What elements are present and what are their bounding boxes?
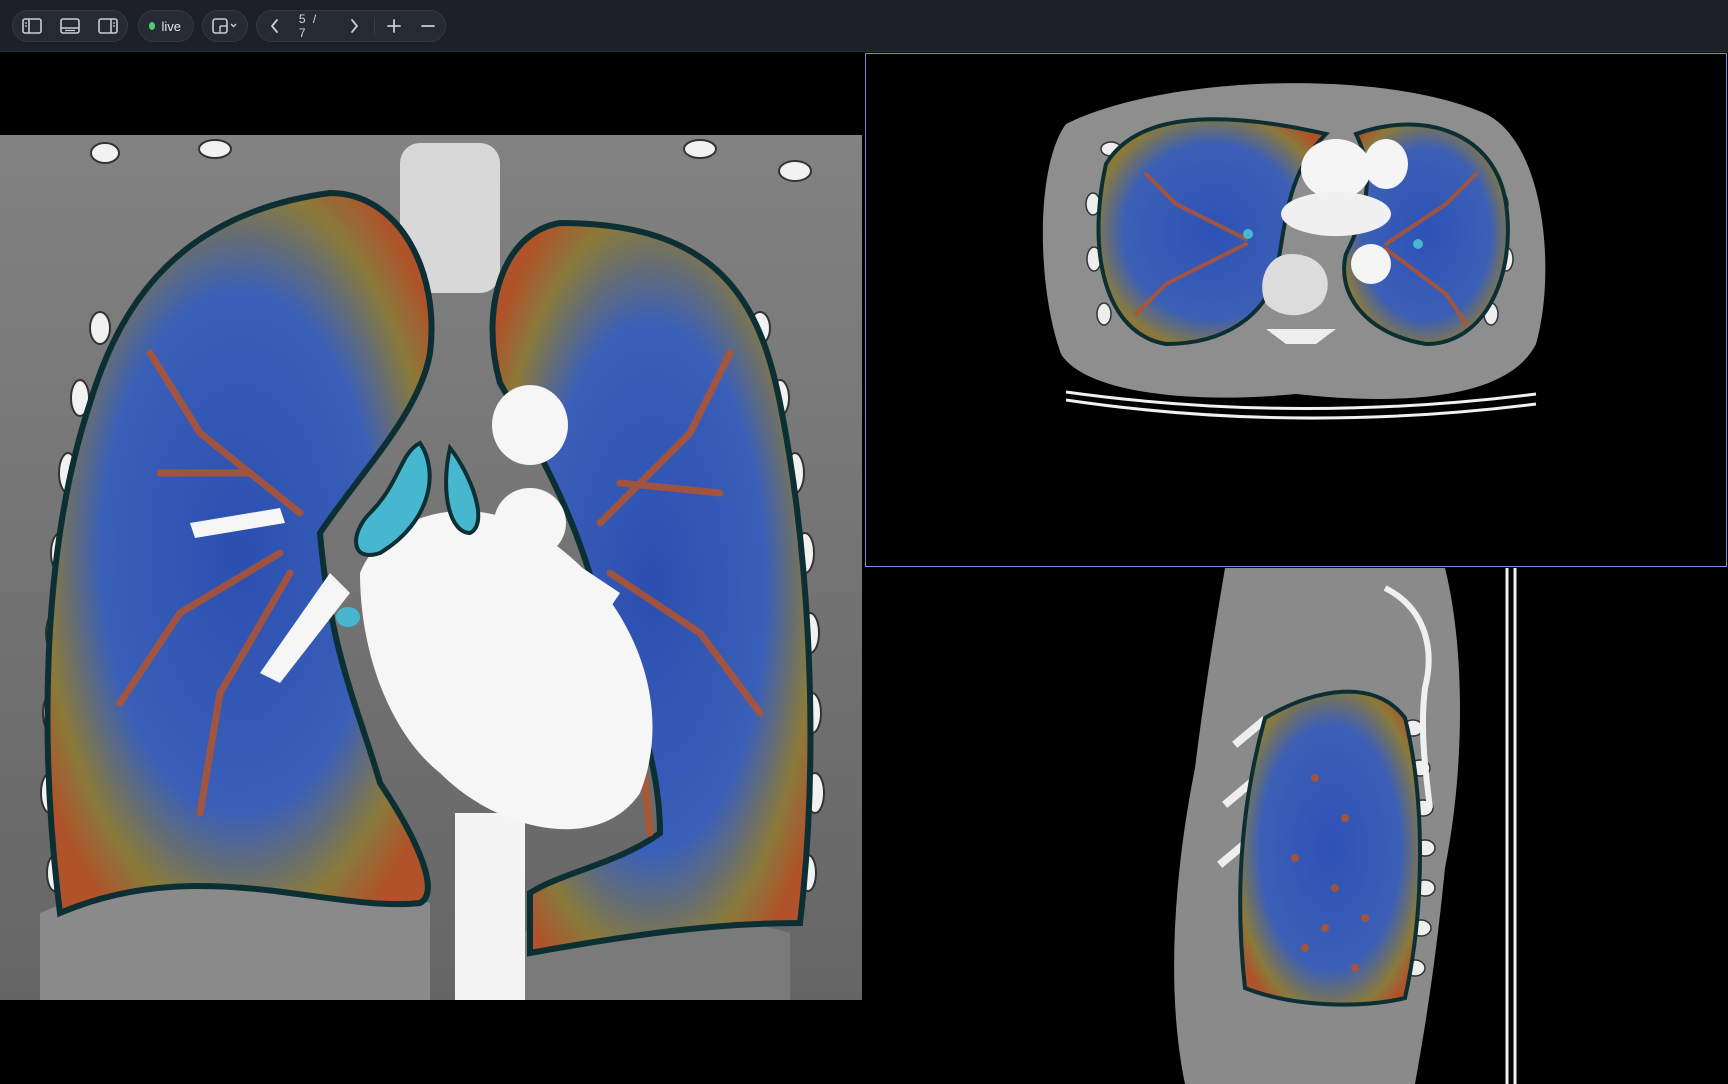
axial-viewport[interactable]: [865, 53, 1727, 567]
toggle-bottom-panel-button[interactable]: [51, 11, 89, 41]
previous-button[interactable]: [257, 11, 293, 41]
sagittal-viewport[interactable]: [865, 568, 1727, 1084]
sidebar-left-icon: [22, 18, 42, 34]
zoom-in-button[interactable]: [377, 11, 411, 41]
zoom-out-button[interactable]: [411, 11, 445, 41]
chevron-down-icon: [230, 23, 237, 28]
chevron-left-icon: [271, 19, 278, 33]
layout-toggle-group: [12, 10, 128, 42]
plus-icon: [387, 19, 401, 33]
live-indicator-dot: [149, 22, 156, 30]
toolbar: live 5 / 7: [0, 0, 1728, 52]
chevron-right-icon: [351, 19, 359, 33]
next-button[interactable]: [336, 11, 372, 41]
coronal-viewport[interactable]: [0, 53, 864, 1084]
navigation-group: 5 / 7: [256, 10, 446, 42]
layout-grid-icon: [212, 18, 237, 34]
live-label: live: [161, 18, 181, 34]
axial-ct-image: [1042, 83, 1546, 420]
minus-icon: [421, 25, 435, 27]
layout-picker-button[interactable]: [202, 10, 248, 42]
panel-bottom-icon: [60, 18, 80, 34]
sidebar-right-icon: [98, 18, 118, 34]
sagittal-ct-image: [1174, 568, 1517, 1084]
page-indicator: 5 / 7: [298, 12, 319, 40]
toggle-left-sidebar-button[interactable]: [13, 11, 51, 41]
toggle-right-sidebar-button[interactable]: [89, 11, 127, 41]
live-status-button[interactable]: live: [138, 10, 194, 42]
coronal-ct-image: [0, 135, 862, 1000]
toolbar-divider: [374, 17, 376, 35]
